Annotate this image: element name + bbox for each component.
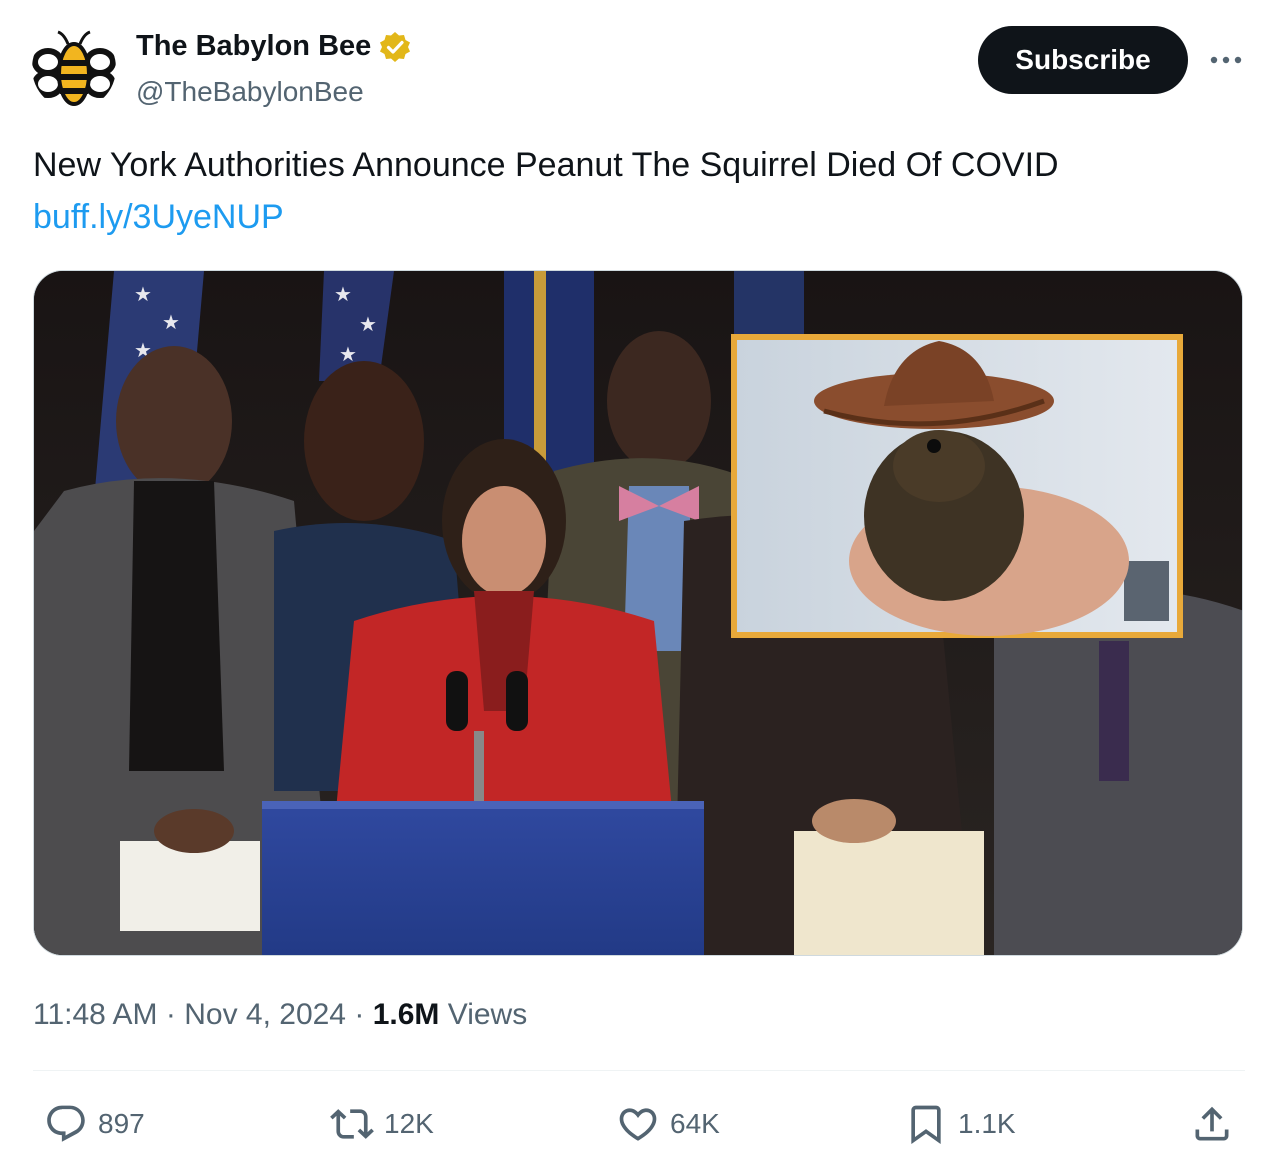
tweet-time[interactable]: 11:48 AM — [33, 998, 158, 1031]
reply-count: 897 — [98, 1108, 145, 1139]
bookmark-icon — [911, 1105, 941, 1145]
like-icon — [619, 1108, 657, 1141]
share-icon — [1195, 1106, 1229, 1141]
more-options-button[interactable] — [1206, 42, 1246, 78]
tweet-date[interactable]: Nov 4, 2024 — [184, 998, 346, 1031]
repost-count: 12K — [384, 1108, 434, 1139]
meta-separator: · — [354, 998, 365, 1031]
like-button[interactable]: 64K — [616, 1098, 720, 1150]
bookmark-button[interactable]: 1.1K — [904, 1098, 1016, 1150]
display-name[interactable]: The Babylon Bee — [136, 30, 371, 63]
svg-text:★: ★ — [162, 310, 180, 334]
more-horizontal-icon — [1210, 56, 1242, 64]
tweet-meta: 11:48 AM · Nov 4, 2024 · 1.6M Views — [33, 998, 527, 1032]
tweet-text: New York Authorities Announce Peanut The… — [33, 146, 1059, 184]
bookmark-count: 1.1K — [958, 1108, 1016, 1139]
like-count: 64K — [670, 1108, 720, 1139]
subscribe-button[interactable]: Subscribe — [978, 26, 1188, 94]
repost-button[interactable]: 12K — [330, 1098, 434, 1150]
repost-icon — [330, 1109, 374, 1139]
reply-icon — [47, 1105, 85, 1142]
svg-text:★: ★ — [334, 282, 352, 306]
views-label: Views — [447, 998, 528, 1031]
babylon-bee-logo-icon — [32, 26, 116, 110]
svg-text:★: ★ — [359, 312, 377, 336]
meta-separator: · — [165, 998, 176, 1031]
views-count: 1.6M — [372, 998, 440, 1031]
avatar[interactable] — [32, 26, 116, 110]
press-conference-image: ★★★ ★★★ — [34, 271, 1242, 955]
share-button[interactable] — [1190, 1098, 1234, 1150]
account-handle[interactable]: @TheBabylonBee — [136, 76, 364, 108]
svg-text:★: ★ — [134, 282, 152, 306]
tweet-media[interactable]: ★ ★ ★ ★ ★ ★ — [33, 270, 1243, 956]
account-name-row[interactable]: The Babylon Bee — [136, 30, 411, 63]
reply-button[interactable]: 897 — [44, 1098, 145, 1150]
verified-badge-icon[interactable] — [379, 31, 411, 63]
tweet-link[interactable]: buff.ly/3UyeNUP — [33, 198, 284, 237]
divider — [33, 1070, 1245, 1071]
